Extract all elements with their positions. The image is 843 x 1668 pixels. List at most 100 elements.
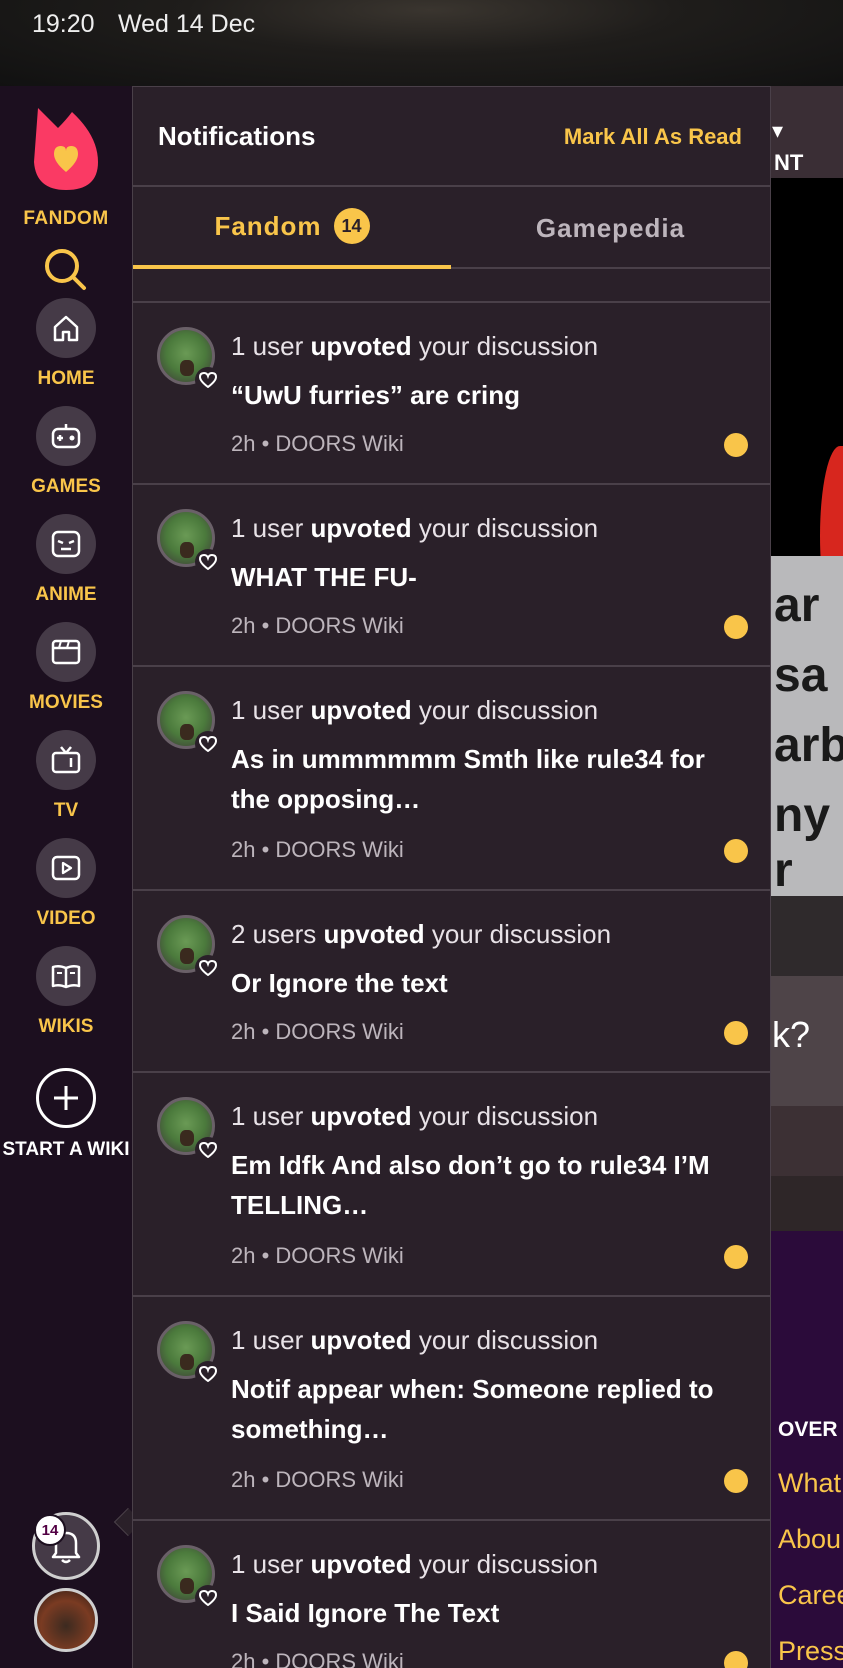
footer-heading: OVER [778,1418,838,1441]
notification-item[interactable]: 1 user upvoted your discussion I Said Ig… [133,1521,770,1668]
nav-tv[interactable]: TV [0,730,132,830]
notification-summary: 1 user upvoted your discussion [231,1101,599,1131]
notification-summary: 1 user upvoted your discussion [231,695,599,725]
unread-dot [724,1469,748,1493]
tab-gamepedia-label: Gamepedia [535,212,686,243]
question-fragment: k? [772,1014,811,1055]
notification-summary: 1 user upvoted your discussion [231,1325,599,1355]
unread-dot [724,1245,748,1269]
notification-title: I Said Ignore The Text [231,1598,500,1628]
heart-icon [195,955,221,981]
notifications-panel: Notifications Mark All As Read Fandom 14… [132,86,771,1668]
page-strip [770,1106,843,1176]
notification-meta: 2h • DOORS Wiki [231,1243,404,1268]
heart-icon [195,549,221,575]
notification-meta: 2h • DOORS Wiki [231,1019,404,1044]
notification-summary: 1 user upvoted your discussion [231,1549,599,1579]
sidebar: FANDOM HOME GAMES ANIME MOVIES TV VIDEO … [0,86,132,1668]
notification-item[interactable]: 1 user upvoted your discussion “UwU furr… [133,303,770,485]
gamepad-icon [36,406,96,466]
heart-icon [195,1137,221,1163]
notification-tabs: Fandom 14 Gamepedia [133,187,770,269]
notification-item[interactable]: 1 user upvoted your discussion As in umm… [133,667,770,891]
unread-dot [724,615,748,639]
photo-text-1: ar [774,579,820,632]
status-time: 19:20 [32,10,95,38]
nav-games[interactable]: GAMES [0,406,132,506]
unread-dot [724,1021,748,1045]
status-bar: 19:20 Wed 14 Dec [0,0,843,86]
footer-link[interactable]: Abou [778,1524,841,1555]
account-fragment: NT [774,150,804,175]
heart-icon [195,1361,221,1387]
photo-text-2: sa [774,649,828,702]
fandom-logo-icon[interactable] [28,104,104,194]
home-icon [36,298,96,358]
nav-wikis[interactable]: WIKIS [0,946,132,1046]
heart-icon [195,367,221,393]
notification-title: Or Ignore the text [231,968,448,998]
page-bar [770,896,843,976]
notification-meta: 2h • DOORS Wiki [231,431,404,456]
notification-title: Em Idfk And also don’t go to rule34 I’M … [231,1150,710,1220]
nav-anime[interactable]: ANIME [0,514,132,614]
nav-video-label: VIDEO [36,908,96,929]
search-icon[interactable] [42,246,90,294]
notification-item[interactable]: 1 user upvoted your discussion Em Idfk A… [133,1073,770,1297]
footer-link[interactable]: Caree [778,1580,843,1611]
notification-title: As in ummmmmm Smth like rule34 for the o… [231,744,705,814]
notification-item[interactable]: 1 user upvoted your discussion Notif app… [133,1297,770,1521]
nav-movies[interactable]: MOVIES [0,622,132,722]
background-page: NT ▾ ar sa arb ny r k? OVER What Abou Ca… [770,86,843,1668]
list-separator [133,271,770,303]
heart-icon [195,731,221,757]
nav-movies-label: MOVIES [29,692,103,713]
notification-count-badge: 14 [34,1514,66,1546]
nav-video[interactable]: VIDEO [0,838,132,938]
panel-header: Notifications Mark All As Read [133,87,770,187]
fandom-logo-text: FANDOM [23,208,109,229]
clapperboard-icon [36,622,96,682]
photo-text-4: ny r [774,789,831,897]
start-a-wiki-label: START A WIKI [2,1139,130,1160]
question-box[interactable]: k? [770,976,843,1106]
notification-title: “UwU furries” are cring [231,380,520,410]
nav-anime-label: ANIME [35,584,97,605]
notification-item[interactable]: 1 user upvoted your discussion WHAT THE … [133,485,770,667]
nav-games-label: GAMES [31,476,101,497]
tab-fandom[interactable]: Fandom 14 [133,187,451,269]
nav-home[interactable]: HOME [0,298,132,398]
panel-title: Notifications [158,121,316,151]
photo-text-3: arb [774,719,843,772]
mark-all-read-button[interactable]: Mark All As Read [564,124,742,150]
page-strip-2 [770,1176,843,1231]
footer-link[interactable]: Press [778,1636,843,1667]
user-avatar[interactable] [34,1588,98,1652]
notification-item[interactable]: 2 users upvoted your discussion Or Ignor… [133,891,770,1073]
footer-link[interactable]: What [778,1468,841,1499]
anime-face-icon [36,514,96,574]
notification-title: Notif appear when: Someone replied to so… [231,1374,714,1444]
unread-dot [724,433,748,457]
plus-icon [36,1068,96,1128]
play-icon [36,838,96,898]
nav-wikis-label: WIKIS [38,1016,94,1037]
notification-summary: 1 user upvoted your discussion [231,331,599,361]
tab-gamepedia[interactable]: Gamepedia [451,187,770,269]
tab-fandom-badge: 14 [333,208,370,244]
tab-fandom-label: Fandom [214,210,322,241]
account-button[interactable]: NT ▾ [770,86,843,178]
notification-meta: 2h • DOORS Wiki [231,837,404,862]
heart-icon [195,1585,221,1611]
notification-meta: 2h • DOORS Wiki [231,1649,404,1668]
notification-meta: 2h • DOORS Wiki [231,1467,404,1492]
unread-dot [724,1651,748,1668]
notification-summary: 2 users upvoted your discussion [231,919,612,949]
unread-dot [724,839,748,863]
nav-home-label: HOME [37,368,95,389]
book-icon [36,946,96,1006]
status-date: Wed 14 Dec [118,10,256,38]
notification-summary: 1 user upvoted your discussion [231,513,599,543]
notification-meta: 2h • DOORS Wiki [231,613,404,638]
tv-icon [36,730,96,790]
